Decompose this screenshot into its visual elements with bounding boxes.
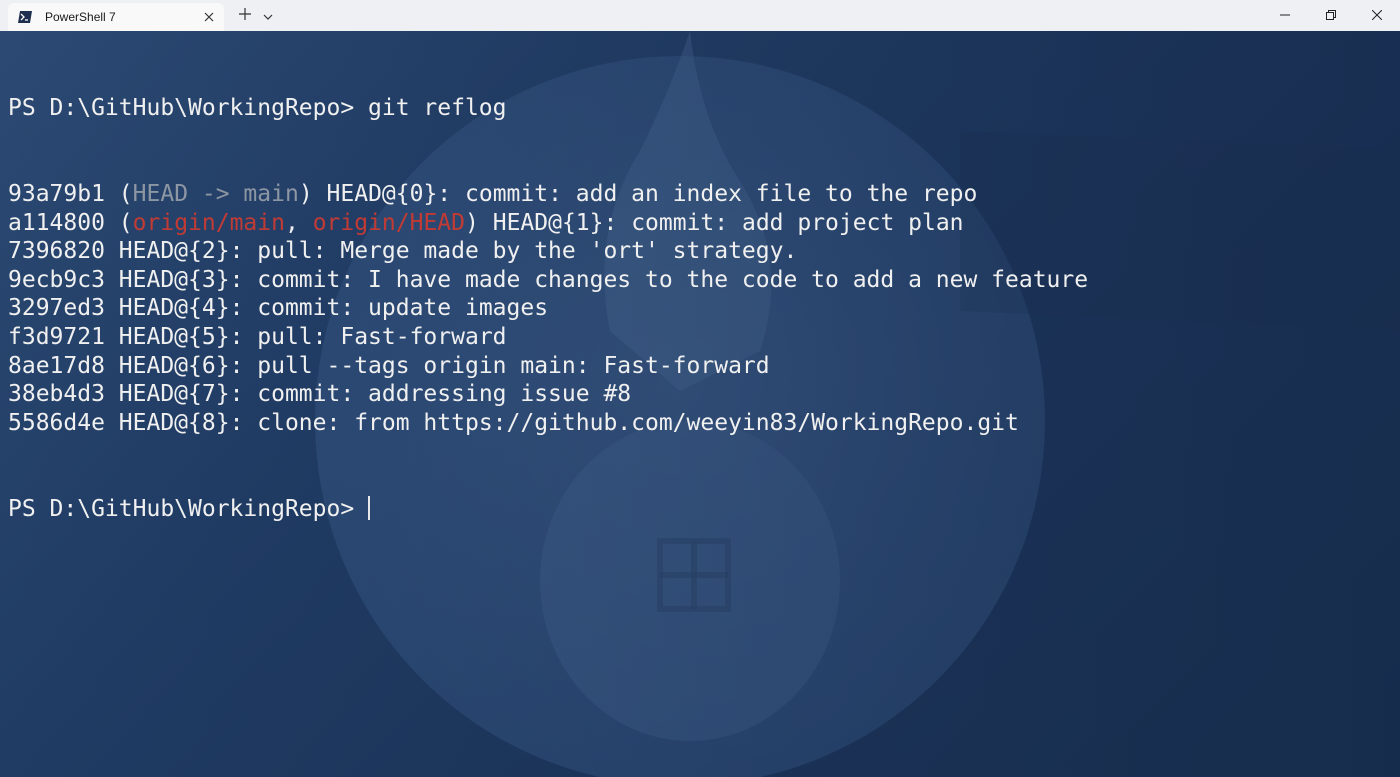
commit-hash: 93a79b1 [8, 180, 105, 207]
close-button[interactable] [1354, 0, 1400, 31]
ref-label: HEAD -> main [132, 180, 299, 207]
ref-label: origin/main [132, 209, 285, 236]
reflog-line: 8ae17d8 HEAD@{6}: pull --tags origin mai… [8, 352, 1392, 381]
terminal-window: PowerShell 7 PS D:\GitHub\WorkingRepo> g… [0, 0, 1400, 777]
reflog-line: f3d9721 HEAD@{5}: pull: Fast-forward [8, 323, 1392, 352]
commit-hash: 8ae17d8 [8, 352, 105, 379]
reflog-entry-text: HEAD@{2}: pull: Merge made by the 'ort' … [118, 238, 798, 265]
command-line: PS D:\GitHub\WorkingRepo> git reflog [8, 94, 1392, 123]
reflog-entry-text: HEAD@{5}: pull: Fast-forward [118, 323, 507, 350]
minimize-icon [1280, 7, 1290, 25]
reflog-line: 93a79b1 (HEAD -> main) HEAD@{0}: commit:… [8, 180, 978, 207]
reflog-line: 3297ed3 HEAD@{4}: commit: update images [8, 294, 1392, 323]
reflog-entry-text: HEAD@{7}: commit: addressing issue #8 [118, 381, 632, 408]
reflog-entry-text: HEAD@{0}: commit: add an index file to t… [326, 180, 978, 207]
commit-hash: a114800 [8, 209, 105, 236]
text-cursor [368, 495, 371, 520]
reflog-line: 9ecb9c3 HEAD@{3}: commit: I have made ch… [8, 266, 1392, 295]
title-bar: PowerShell 7 [0, 0, 1400, 31]
commit-hash: 9ecb9c3 [8, 266, 105, 293]
commit-hash: f3d9721 [8, 323, 105, 350]
maximize-button[interactable] [1308, 0, 1354, 31]
plus-icon [239, 7, 251, 25]
reflog-line: a114800 (origin/main, origin/HEAD) HEAD@… [8, 209, 964, 236]
prompt: PS D:\GitHub\WorkingRepo> [8, 495, 369, 522]
commit-hash: 38eb4d3 [8, 381, 105, 408]
reflog-output: 93a79b1 (HEAD -> main) HEAD@{0}: commit:… [8, 180, 1392, 437]
commit-hash: 3297ed3 [8, 295, 105, 322]
reflog-entry-text: HEAD@{1}: commit: add project plan [492, 209, 964, 236]
close-icon [1371, 7, 1383, 25]
profile-dropdown-button[interactable] [258, 0, 278, 31]
reflog-entry-text: HEAD@{8}: clone: from https://github.com… [118, 409, 1019, 436]
tab-title: PowerShell 7 [45, 10, 116, 24]
maximize-icon [1326, 7, 1336, 25]
chevron-down-icon [263, 7, 273, 25]
reflog-line: 5586d4e HEAD@{8}: clone: from https://gi… [8, 409, 1392, 438]
prompt: PS D:\GitHub\WorkingRepo> [8, 95, 369, 122]
commit-hash: 5586d4e [8, 409, 105, 436]
commit-hash: 7396820 [8, 238, 105, 265]
tab-powershell[interactable]: PowerShell 7 [8, 3, 224, 31]
minimize-button[interactable] [1262, 0, 1308, 31]
reflog-entry-text: HEAD@{6}: pull --tags origin main: Fast-… [118, 352, 770, 379]
reflog-entry-text: HEAD@{3}: commit: I have made changes to… [118, 266, 1089, 293]
reflog-line: 38eb4d3 HEAD@{7}: commit: addressing iss… [8, 380, 1392, 409]
new-tab-button[interactable] [232, 0, 258, 31]
ref-label: origin/HEAD [312, 209, 466, 236]
tab-close-icon[interactable] [202, 10, 216, 24]
command-text: git reflog [368, 95, 507, 122]
reflog-line: 7396820 HEAD@{2}: pull: Merge made by th… [8, 237, 1392, 266]
terminal-output[interactable]: PS D:\GitHub\WorkingRepo> git reflog 93a… [8, 37, 1392, 767]
reflog-entry-text: HEAD@{4}: commit: update images [118, 295, 549, 322]
active-prompt-line[interactable]: PS D:\GitHub\WorkingRepo> [8, 495, 1392, 524]
powershell-icon [18, 10, 32, 24]
